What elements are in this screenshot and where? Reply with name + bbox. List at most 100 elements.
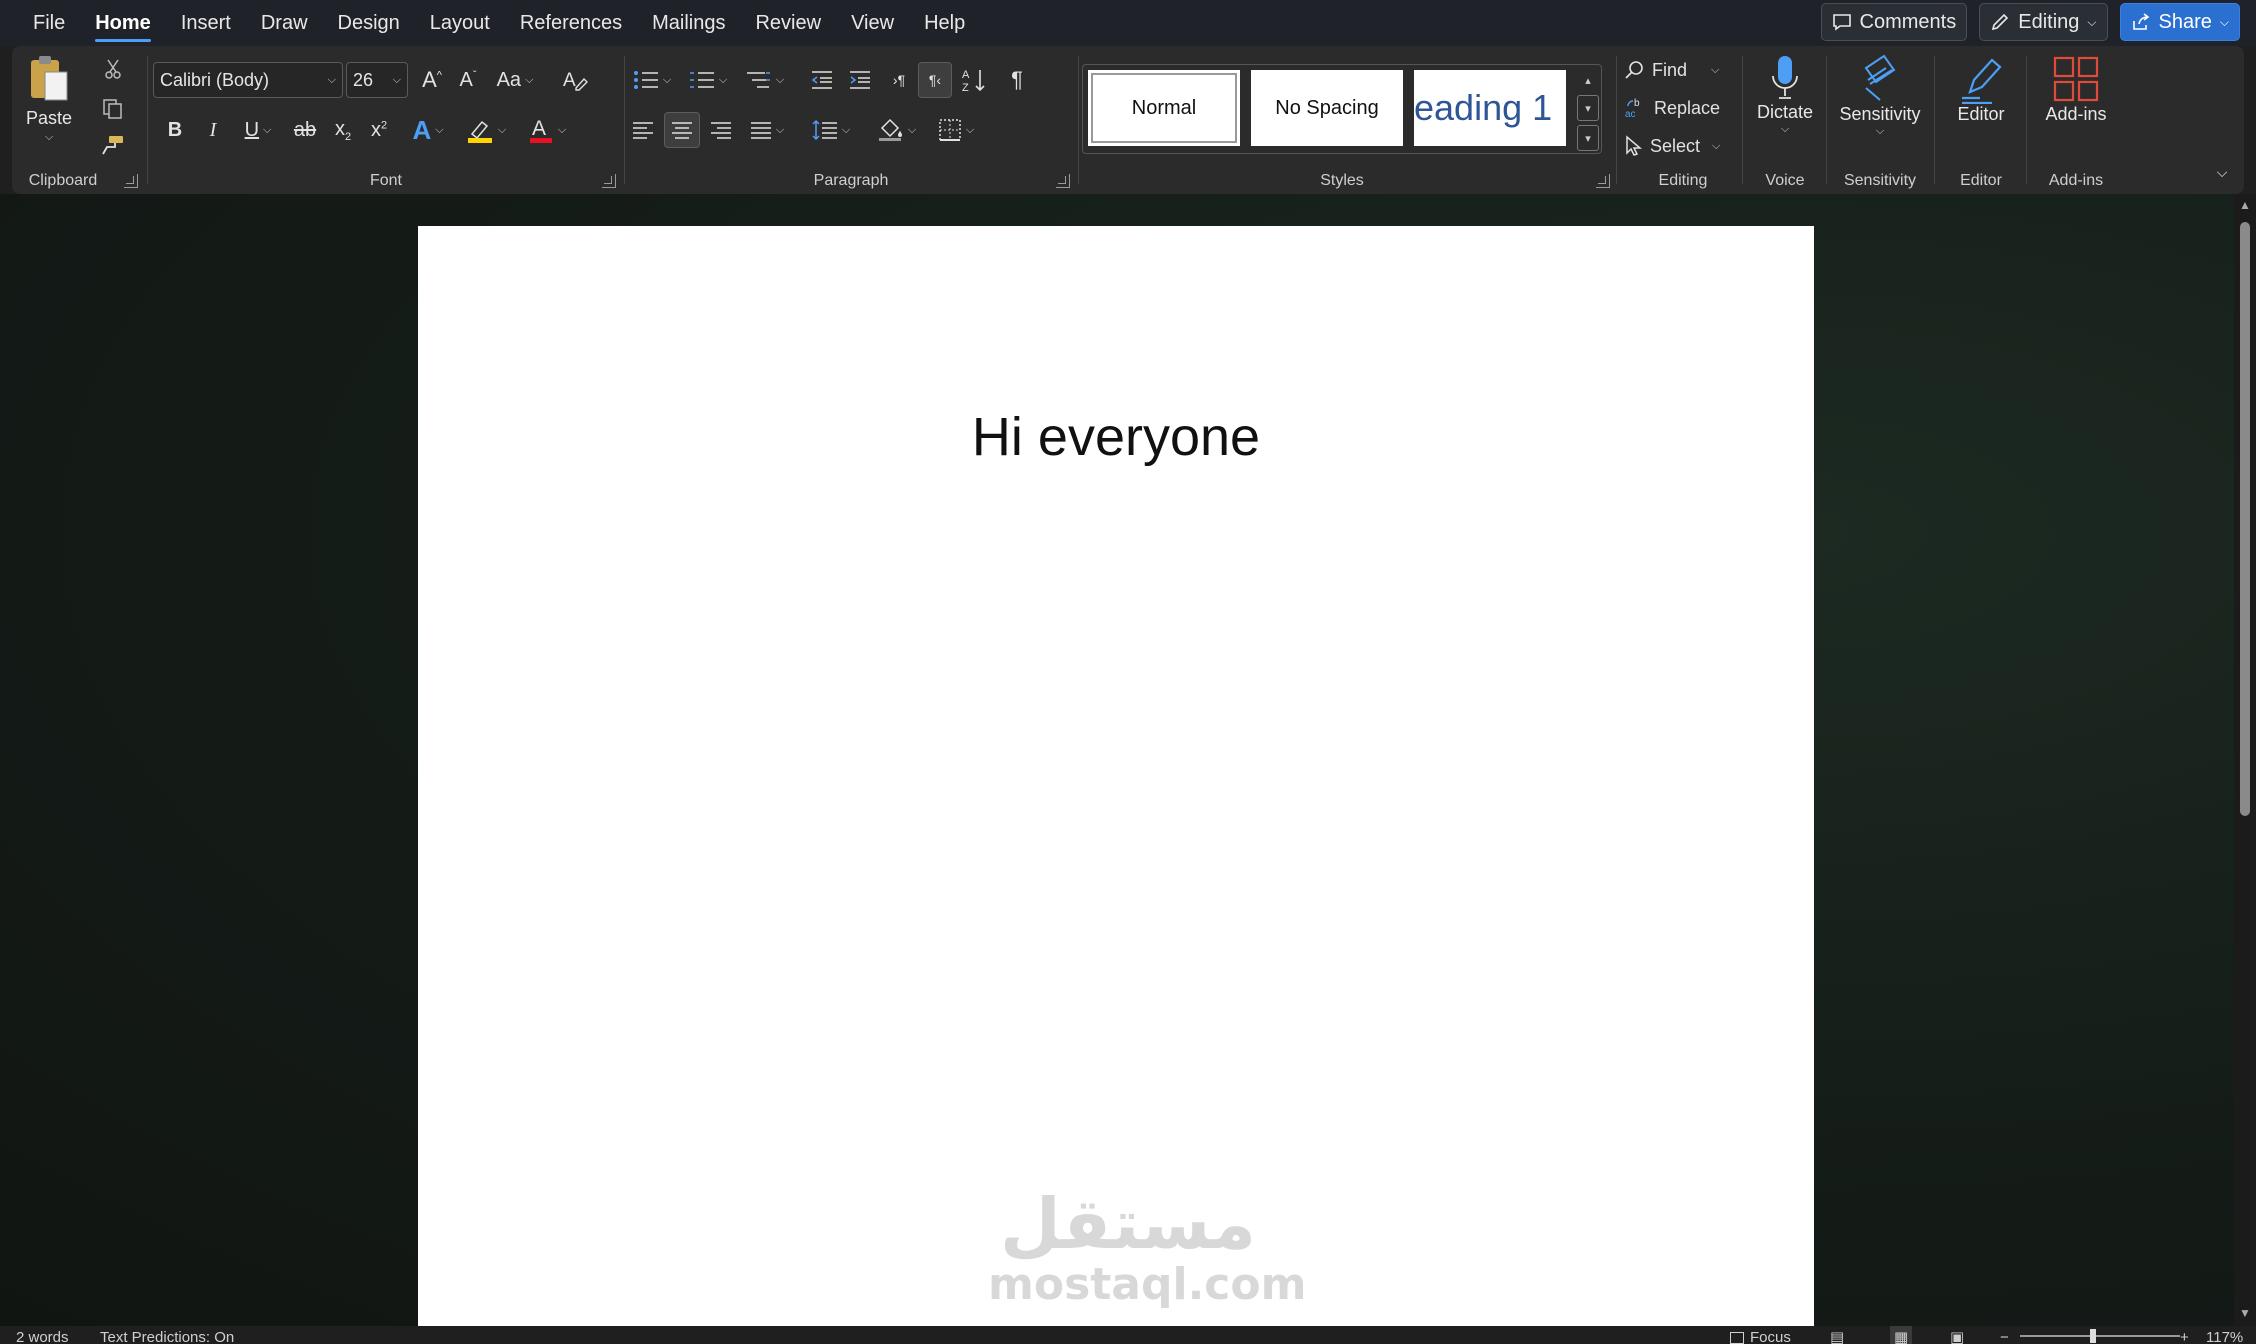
zoom-in-icon[interactable]: + bbox=[2180, 1326, 2189, 1344]
focus-mode-button[interactable]: Focus bbox=[1730, 1326, 1791, 1344]
sensitivity-button[interactable]: Sensitivity ⌵ bbox=[1828, 54, 1932, 138]
clear-formatting-button[interactable]: A bbox=[558, 62, 592, 98]
shading-button[interactable]: ⌵ bbox=[872, 112, 922, 148]
document-text[interactable]: Hi everyone bbox=[418, 406, 1814, 468]
justify-button[interactable]: ⌵ bbox=[742, 112, 792, 148]
chevron-down-icon: ⌵ bbox=[392, 73, 401, 86]
tab-references[interactable]: References bbox=[505, 0, 637, 46]
gallery-scroll-down[interactable]: ▾ bbox=[1577, 95, 1599, 121]
multilevel-list-button[interactable]: ⌵ bbox=[738, 62, 792, 98]
gallery-scroll-up[interactable]: ▴ bbox=[1577, 67, 1599, 93]
word-count[interactable]: 2 words bbox=[16, 1326, 69, 1344]
align-right-button[interactable] bbox=[704, 112, 738, 148]
gallery-more-button[interactable]: ▾ bbox=[1577, 125, 1599, 151]
underline-button[interactable]: U ⌵ bbox=[236, 112, 280, 148]
bullets-button[interactable]: ⌵ bbox=[626, 62, 678, 98]
font-dialog-launcher[interactable] bbox=[602, 174, 616, 188]
style-heading-1[interactable]: eading 1 bbox=[1414, 70, 1566, 146]
dictate-button[interactable]: Dictate ⌵ bbox=[1750, 54, 1820, 136]
superscript-button[interactable]: x2 bbox=[364, 112, 394, 148]
format-painter-button[interactable] bbox=[98, 130, 128, 160]
grow-font-button[interactable]: A^ bbox=[416, 62, 448, 98]
text-effects-button[interactable]: A ⌵ bbox=[404, 112, 452, 148]
font-color-button[interactable]: A ⌵ bbox=[522, 112, 572, 148]
paragraph-dialog-launcher[interactable] bbox=[1056, 174, 1070, 188]
tab-design[interactable]: Design bbox=[323, 0, 415, 46]
bold-button[interactable]: B bbox=[160, 112, 190, 148]
scrollbar-thumb[interactable] bbox=[2240, 222, 2250, 816]
search-icon bbox=[1624, 60, 1644, 80]
editor-group-label: Editor bbox=[1960, 172, 2002, 189]
style-no-spacing[interactable]: No Spacing bbox=[1251, 70, 1403, 146]
align-center-button[interactable] bbox=[664, 112, 700, 148]
clipboard-dialog-launcher[interactable] bbox=[124, 174, 138, 188]
strikethrough-button[interactable]: ab bbox=[288, 112, 322, 148]
zoom-level[interactable]: 117% bbox=[2206, 1326, 2243, 1344]
replace-button[interactable]: b ac Replace bbox=[1624, 92, 1742, 124]
scroll-up-arrow-icon[interactable]: ▲ bbox=[2239, 198, 2251, 212]
subscript-button[interactable]: x2 bbox=[328, 112, 358, 148]
print-layout-icon[interactable]: ▦ bbox=[1890, 1326, 1913, 1344]
zoom-slider[interactable] bbox=[2020, 1335, 2180, 1337]
ltr-direction-button[interactable]: ›¶ bbox=[884, 62, 914, 98]
status-bar: 2 words Text Predictions: On Focus ▤ ▦ ▣… bbox=[0, 1326, 2256, 1344]
tab-insert[interactable]: Insert bbox=[166, 0, 246, 46]
align-left-button[interactable] bbox=[626, 112, 660, 148]
zoom-out-icon[interactable]: − bbox=[2000, 1326, 2009, 1344]
document-page[interactable]: Hi everyone مستقل mostaql.com bbox=[418, 226, 1814, 1326]
vertical-scrollbar[interactable]: ▲ ▼ bbox=[2234, 194, 2256, 1326]
styles-dialog-launcher[interactable] bbox=[1596, 174, 1610, 188]
copy-button[interactable] bbox=[98, 94, 128, 124]
justify-icon bbox=[750, 121, 772, 139]
share-button[interactable]: Share ⌵ bbox=[2119, 3, 2240, 41]
tab-view[interactable]: View bbox=[836, 0, 909, 46]
zoom-slider-thumb[interactable] bbox=[2090, 1329, 2096, 1343]
font-name-combo[interactable]: Calibri (Body) ⌵ bbox=[153, 62, 343, 98]
numbering-button[interactable]: ⌵ bbox=[682, 62, 734, 98]
select-button[interactable]: Select ⌵ bbox=[1624, 130, 1742, 162]
italic-button[interactable]: I bbox=[198, 112, 228, 148]
dictate-label: Dictate bbox=[1756, 102, 1814, 122]
editor-button[interactable]: Editor bbox=[1936, 54, 2026, 125]
shrink-font-button[interactable]: Aˇ bbox=[452, 62, 484, 98]
paste-button[interactable]: Paste ⌵ bbox=[26, 54, 72, 144]
increase-indent-button[interactable] bbox=[844, 62, 876, 98]
change-case-button[interactable]: Aa ⌵ bbox=[490, 62, 540, 98]
addins-group: Add-ins Add-ins bbox=[2028, 46, 2124, 194]
focus-icon bbox=[1730, 1332, 1744, 1344]
font-color-icon: A bbox=[528, 116, 554, 144]
style-normal[interactable]: Normal bbox=[1088, 70, 1240, 146]
ribbon: Paste ⌵ Clipboard Calibri (Body) ⌵ 26 ⌵ … bbox=[12, 46, 2244, 194]
tab-draw[interactable]: Draw bbox=[246, 0, 323, 46]
sensitivity-group-label: Sensitivity bbox=[1843, 172, 1917, 189]
tab-review[interactable]: Review bbox=[740, 0, 836, 46]
editing-label: Editing bbox=[2018, 10, 2080, 33]
editor-label: Editor bbox=[1957, 104, 2005, 124]
strikethrough-icon: ab bbox=[293, 118, 317, 141]
cut-button[interactable] bbox=[98, 54, 128, 84]
tab-home[interactable]: Home bbox=[80, 0, 166, 46]
text-predictions-status[interactable]: Text Predictions: On bbox=[100, 1326, 234, 1344]
borders-button[interactable]: ⌵ bbox=[930, 112, 982, 148]
collapse-ribbon-button[interactable]: ⌵ bbox=[2208, 158, 2236, 186]
find-button[interactable]: Find ⌵ bbox=[1624, 54, 1736, 86]
editing-mode-button[interactable]: Editing ⌵ bbox=[1979, 3, 2108, 41]
sort-button[interactable]: AZ bbox=[958, 62, 992, 98]
font-size-combo[interactable]: 26 ⌵ bbox=[346, 62, 408, 98]
add-ins-button[interactable]: Add-ins bbox=[2028, 54, 2124, 125]
chevron-down-icon: ⌵ bbox=[525, 73, 534, 86]
web-layout-icon[interactable]: ▣ bbox=[1950, 1326, 1964, 1344]
read-mode-icon[interactable]: ▤ bbox=[1830, 1326, 1844, 1344]
svg-text:A: A bbox=[532, 117, 546, 140]
rtl-direction-button[interactable]: ¶‹ bbox=[918, 62, 952, 98]
line-spacing-button[interactable]: ⌵ bbox=[806, 112, 856, 148]
tab-file[interactable]: File bbox=[18, 0, 80, 46]
scroll-down-arrow-icon[interactable]: ▼ bbox=[2239, 1306, 2251, 1320]
show-formatting-marks-button[interactable]: ¶ bbox=[1000, 62, 1034, 98]
tab-layout[interactable]: Layout bbox=[415, 0, 505, 46]
comments-button[interactable]: Comments bbox=[1820, 3, 1968, 41]
tab-mailings[interactable]: Mailings bbox=[637, 0, 740, 46]
decrease-indent-button[interactable] bbox=[806, 62, 838, 98]
tab-help[interactable]: Help bbox=[909, 0, 980, 46]
highlight-color-button[interactable]: ⌵ bbox=[460, 112, 512, 148]
